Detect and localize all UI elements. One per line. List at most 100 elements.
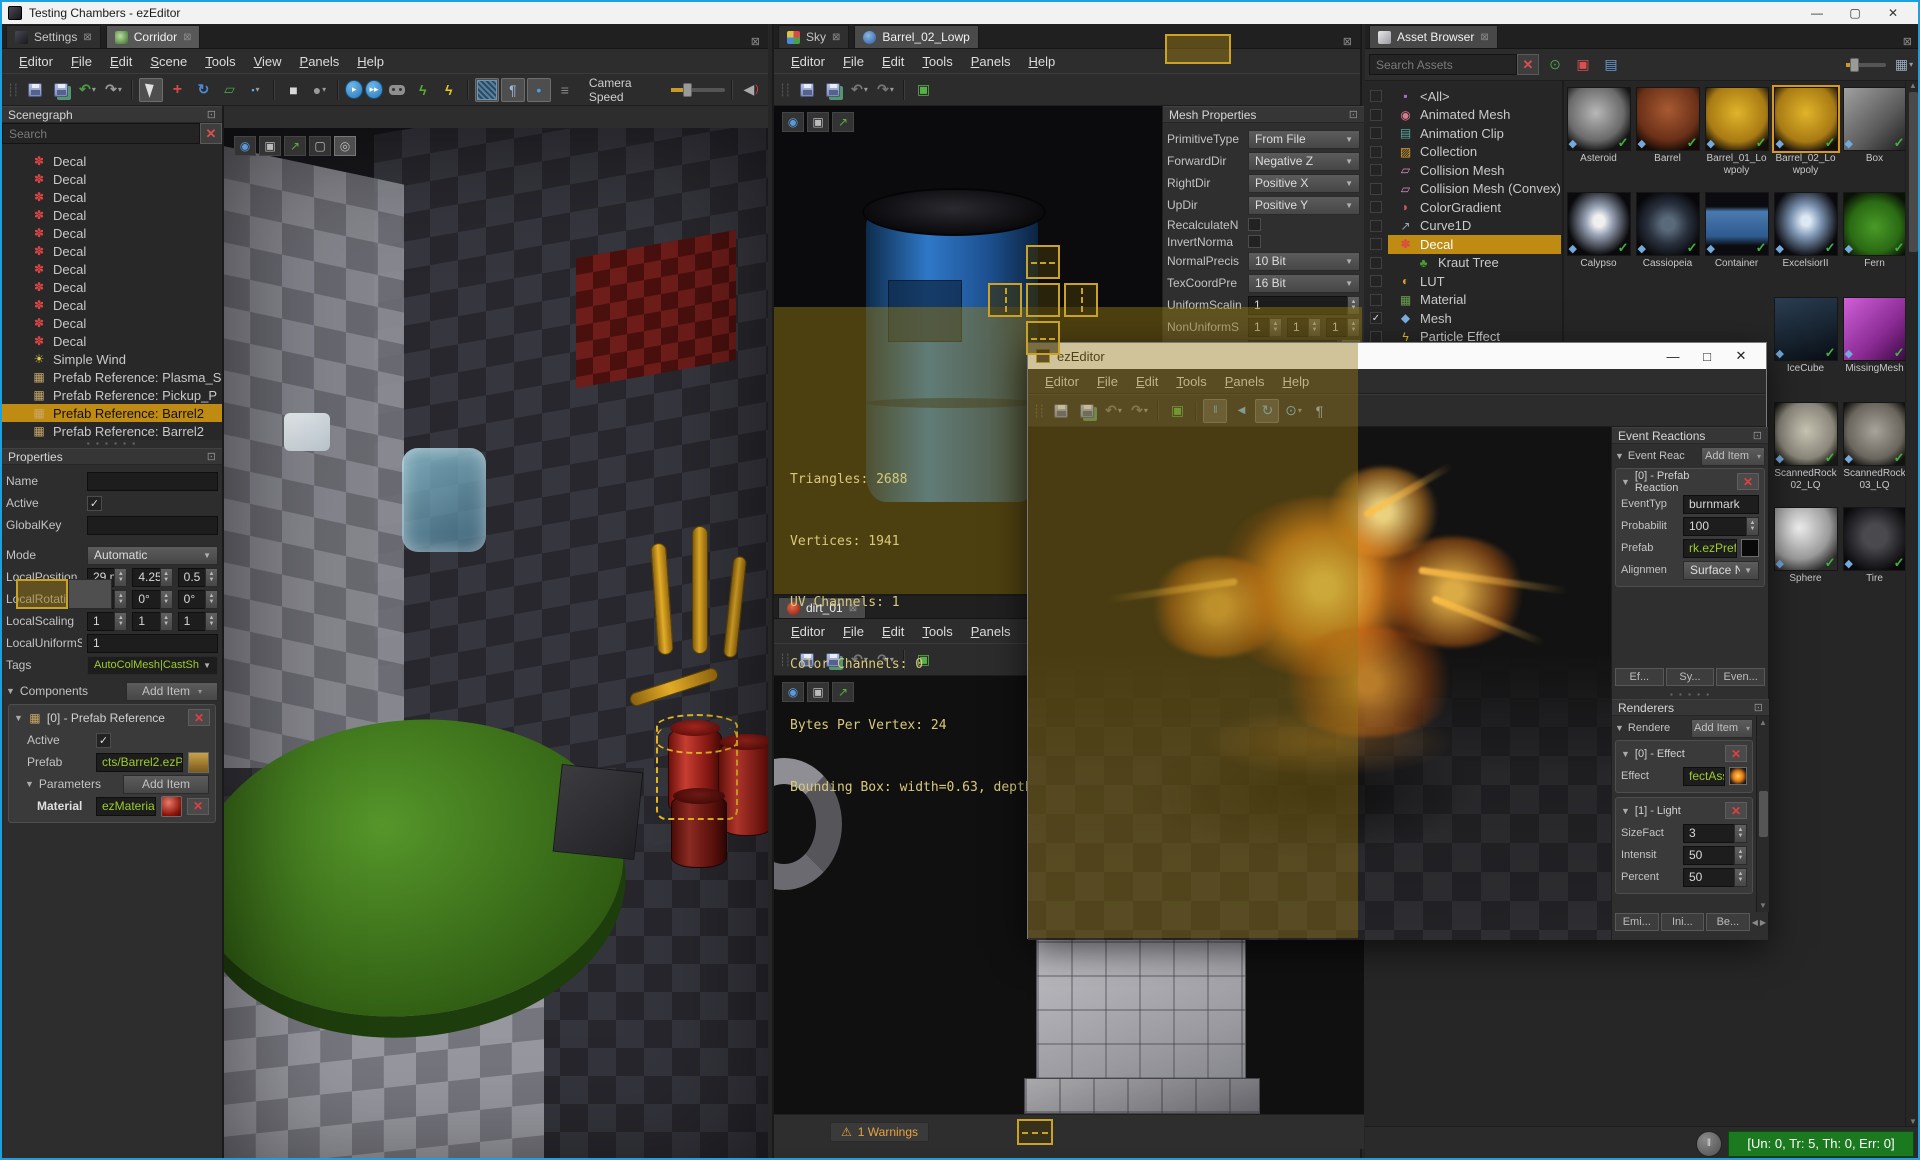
collapse-icon[interactable]: ▼ bbox=[1621, 477, 1630, 487]
save-all-button[interactable] bbox=[1075, 399, 1099, 423]
collapse-icon[interactable]: ▼ bbox=[14, 713, 23, 723]
type-checkbox[interactable] bbox=[1370, 90, 1382, 103]
scenegraph-item[interactable]: ▦ Prefab Reference: Barrel2 bbox=[2, 404, 222, 422]
collapse-icon[interactable]: ▼ bbox=[1615, 451, 1624, 461]
globalkey-field[interactable] bbox=[87, 515, 218, 535]
scenegraph-item[interactable]: ▦ Prefab Reference: Pickup_P bbox=[2, 386, 222, 404]
menu-item[interactable]: Tools bbox=[196, 52, 244, 71]
remove-reaction-button[interactable]: ✕ bbox=[1737, 473, 1759, 490]
warnings-button[interactable]: ⚠ 1 Warnings bbox=[830, 1122, 930, 1142]
simulate-button[interactable] bbox=[385, 78, 409, 102]
properties-header[interactable]: Properties ⊡ bbox=[2, 448, 222, 465]
type-checkbox[interactable] bbox=[1370, 201, 1382, 214]
material-asset-field[interactable]: ezMaterialAsset bbox=[96, 796, 156, 816]
position-z-stepper[interactable]: 0.5 ▲ ▼ bbox=[177, 567, 218, 587]
pause-log-button[interactable]: ‖ bbox=[1696, 1130, 1722, 1157]
menu-item[interactable]: Scene bbox=[141, 52, 196, 71]
scenegraph-item[interactable]: ✽ Decal bbox=[2, 296, 222, 314]
scenegraph-item[interactable]: ✽ Decal bbox=[2, 224, 222, 242]
asset-item[interactable]: ◆ ✓ ScannedRock03_LQ bbox=[1841, 402, 1908, 492]
floating-editor-window[interactable]: ezEditor — □ ✕ Editor File Edit Tools Panels… bbox=[1027, 342, 1769, 940]
eye-icon[interactable]: ◉ bbox=[234, 136, 256, 156]
eye-icon[interactable]: ◉ bbox=[782, 112, 804, 132]
transform-assets-button[interactable]: ▣ bbox=[1571, 53, 1595, 77]
thumbnail-size-slider[interactable] bbox=[1846, 57, 1886, 72]
menu-item[interactable]: Edit bbox=[873, 52, 913, 71]
menu-item[interactable]: File bbox=[834, 52, 873, 71]
texcoordprecision-dropdown[interactable]: 16 Bit ▼ bbox=[1248, 273, 1360, 293]
tab-close-icon[interactable]: ⊠ bbox=[83, 32, 91, 43]
tags-dropdown[interactable]: AutoColMesh|CastShadow▼ bbox=[87, 655, 218, 675]
tab-emitter[interactable]: Emi... bbox=[1615, 913, 1659, 931]
screenshot-icon[interactable]: ▢ bbox=[309, 136, 331, 156]
asset-type-item[interactable]: ↗ Curve1D bbox=[1365, 217, 1561, 236]
tab-asset-browser[interactable]: Asset Browser ⊠ bbox=[1369, 25, 1498, 48]
collapse-icon[interactable]: ▼ bbox=[1615, 723, 1624, 733]
clear-search-icon[interactable]: ✕ bbox=[1517, 54, 1539, 75]
mode-dropdown[interactable]: Automatic ▼ bbox=[87, 545, 218, 565]
render-mode-button[interactable] bbox=[474, 77, 499, 102]
event-reactions-header[interactable]: Event Reactions ⊡ bbox=[1612, 427, 1768, 444]
type-checkbox[interactable] bbox=[1370, 275, 1382, 288]
active-checkbox[interactable]: ✓ bbox=[87, 495, 102, 511]
asset-type-item[interactable]: ▦ Material bbox=[1365, 291, 1561, 310]
pane-float-icon[interactable]: ⊠ bbox=[1335, 35, 1360, 48]
type-checkbox[interactable] bbox=[1370, 238, 1382, 251]
updir-dropdown[interactable]: Positive Y ▼ bbox=[1248, 195, 1360, 215]
type-checkbox[interactable] bbox=[1370, 145, 1382, 158]
type-checkbox[interactable] bbox=[1370, 164, 1382, 177]
restart-sim-button[interactable]: ◀ bbox=[1229, 399, 1253, 423]
menu-item[interactable]: View bbox=[245, 52, 291, 71]
invertnormals-checkbox[interactable] bbox=[1248, 235, 1261, 248]
asset-item[interactable]: ◆ ✓ Barrel_01_Lowpoly bbox=[1703, 87, 1770, 177]
asset-type-item[interactable]: ◐ LUT bbox=[1365, 272, 1561, 291]
rotation-y-stepper[interactable]: 0° ▲ ▼ bbox=[132, 589, 173, 609]
sizefactor-stepper[interactable]: 3 ▲ ▼ bbox=[1683, 823, 1747, 843]
renderers-scrollbar[interactable]: ▲ ▼ bbox=[1756, 716, 1769, 912]
tab-events[interactable]: Even... bbox=[1716, 668, 1766, 686]
menu-item[interactable]: Edit bbox=[1127, 372, 1167, 391]
type-checkbox[interactable]: ✓ bbox=[1370, 312, 1382, 325]
asset-item[interactable]: ◆ ✓ MissingMesh bbox=[1841, 297, 1908, 375]
menu-item[interactable]: Help bbox=[1273, 372, 1318, 391]
asset-item[interactable]: ◆ ✓ ScannedRock02_LQ bbox=[1772, 402, 1839, 492]
close-button[interactable]: ✕ bbox=[1874, 3, 1912, 23]
export-asset-button[interactable]: ▣ bbox=[1165, 399, 1189, 423]
menu-item[interactable]: File bbox=[1088, 372, 1127, 391]
greybox-button[interactable]: ■ bbox=[281, 78, 305, 102]
tab-close-icon[interactable]: ⊠ bbox=[183, 32, 191, 43]
asset-item[interactable]: ◆ ✓ Barrel bbox=[1634, 87, 1701, 165]
type-checkbox[interactable] bbox=[1370, 108, 1382, 121]
toolbar-grip[interactable]: ┊┊ bbox=[7, 83, 20, 97]
prefab-thumbnail[interactable] bbox=[1741, 539, 1759, 557]
translate-tool-button[interactable]: + bbox=[165, 78, 189, 102]
type-checkbox[interactable] bbox=[1370, 219, 1382, 232]
scenegraph-item[interactable]: ✽ Decal bbox=[2, 314, 222, 332]
forwarddir-dropdown[interactable]: Negative Z ▼ bbox=[1248, 151, 1360, 171]
asset-item[interactable]: ◆ ✓ Cassiopeia bbox=[1634, 192, 1701, 270]
scaling-z-stepper[interactable]: 1 ▲ ▼ bbox=[177, 611, 218, 631]
save-all-button[interactable] bbox=[49, 78, 73, 102]
scenegraph-item[interactable]: ☀ Simple Wind bbox=[2, 350, 222, 368]
tab-close-icon[interactable]: ⊠ bbox=[1480, 32, 1488, 43]
asset-type-item[interactable]: ✓ ◆ Mesh bbox=[1365, 309, 1561, 328]
save-all-button[interactable] bbox=[821, 78, 845, 102]
scenegraph-item[interactable]: ✽ Decal bbox=[2, 152, 222, 170]
loop-button[interactable]: ↻ bbox=[1255, 398, 1280, 423]
asset-item[interactable]: ◆ ✓ ExcelsiorII bbox=[1772, 192, 1839, 270]
refresh-assets-button[interactable]: ⊙ bbox=[1543, 53, 1567, 77]
layers-icon[interactable]: ▣ bbox=[807, 112, 829, 132]
menu-item[interactable]: Editor bbox=[10, 52, 62, 71]
pane-float-icon[interactable]: ⊡ bbox=[207, 450, 216, 463]
pane-float-icon[interactable]: ⊡ bbox=[1754, 701, 1763, 714]
floating-titlebar[interactable]: ezEditor — □ ✕ bbox=[1028, 343, 1766, 369]
normalprecision-dropdown[interactable]: 10 Bit ▼ bbox=[1248, 251, 1360, 271]
pane-float-icon[interactable]: ⊠ bbox=[743, 35, 768, 48]
transform-all-button[interactable]: ϟ bbox=[411, 78, 435, 102]
camera-icon[interactable]: ◎ bbox=[334, 136, 356, 156]
renderers-header[interactable]: Renderers ⊡ bbox=[1612, 699, 1769, 716]
layers-icon[interactable]: ▣ bbox=[259, 136, 281, 156]
asset-item[interactable]: ◆ ✓ Container bbox=[1703, 192, 1770, 270]
menu-item[interactable]: Tools bbox=[1167, 372, 1215, 391]
type-checkbox[interactable] bbox=[1370, 330, 1382, 343]
